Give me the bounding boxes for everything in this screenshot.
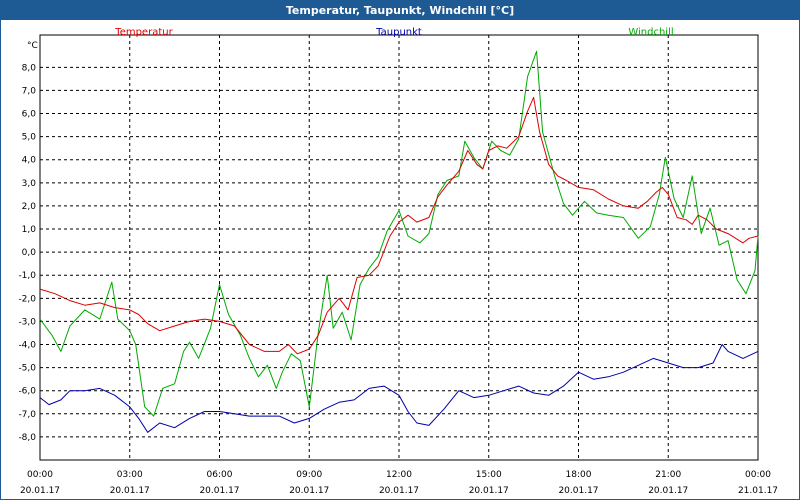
x-tick-date-label: 20.01.17 (289, 486, 329, 496)
y-tick-label: 5,0 (22, 133, 37, 143)
x-tick-date-label: 20.01.17 (379, 486, 419, 496)
y-tick-label: 2,0 (22, 202, 37, 212)
y-tick-label: -1,0 (18, 271, 36, 281)
x-tick-date-label: 20.01.17 (110, 486, 150, 496)
y-tick-label: 1,0 (22, 225, 37, 235)
axis-ticks: -8,0 -7,0 -6,0 -5,0 -4,0 -3,0 -2,0 -1,0 0,0 1,0 2,… (18, 63, 778, 496)
y-tick-label: -5,0 (18, 364, 36, 374)
y-tick-label: 8,0 (22, 63, 37, 73)
x-tick-time-label: 12:00 (386, 470, 412, 480)
x-tick-time-label: 18:00 (566, 470, 592, 480)
x-tick-time-label: 00:00 (27, 470, 53, 480)
legend: Temperatur Taupunkt Windchill (114, 27, 673, 38)
x-tick-time-label: 06:00 (207, 470, 233, 480)
y-tick-label: -4,0 (18, 341, 36, 351)
y-tick-label: -6,0 (18, 387, 36, 397)
y-tick-label: 4,0 (22, 156, 37, 166)
x-tick-date-label: 20.01.17 (469, 486, 509, 496)
y-tick-label: 3,0 (22, 179, 37, 189)
x-tick-time-label: 21:00 (655, 470, 681, 480)
y-tick-label: -3,0 (18, 317, 36, 327)
chart-svg: -8,0 -7,0 -6,0 -5,0 -4,0 -3,0 -2,0 -1,0 0,0 1,0 2,… (18, 27, 778, 496)
x-tick-time-label: 00:00 (745, 470, 771, 480)
x-tick-time-label: 03:00 (117, 470, 143, 480)
y-tick-label: -2,0 (18, 294, 36, 304)
y-tick-label: -8,0 (18, 433, 36, 443)
legend-item-windchill: Windchill (628, 27, 673, 38)
legend-item-temperatur: Temperatur (114, 27, 173, 38)
x-tick-date-label: 20.01.17 (199, 486, 239, 496)
y-tick-label: -7,0 (18, 410, 36, 420)
y-axis-unit-label: °C (27, 41, 38, 51)
x-tick-date-label: 20.01.17 (648, 486, 688, 496)
legend-item-taupunkt: Taupunkt (375, 27, 422, 38)
x-tick-date-label: 20.01.17 (558, 486, 598, 496)
x-tick-time-label: 15:00 (476, 470, 502, 480)
x-tick-date-label: 21.01.17 (738, 486, 778, 496)
chart-window: Temperatur, Taupunkt, Windchill [°C] -8,… (0, 0, 800, 500)
y-tick-label: 7,0 (22, 86, 37, 96)
y-tick-label: 0,0 (22, 248, 37, 258)
x-tick-date-label: 20.01.17 (20, 486, 60, 496)
y-tick-label: 6,0 (22, 110, 37, 120)
x-tick-time-label: 09:00 (296, 470, 322, 480)
